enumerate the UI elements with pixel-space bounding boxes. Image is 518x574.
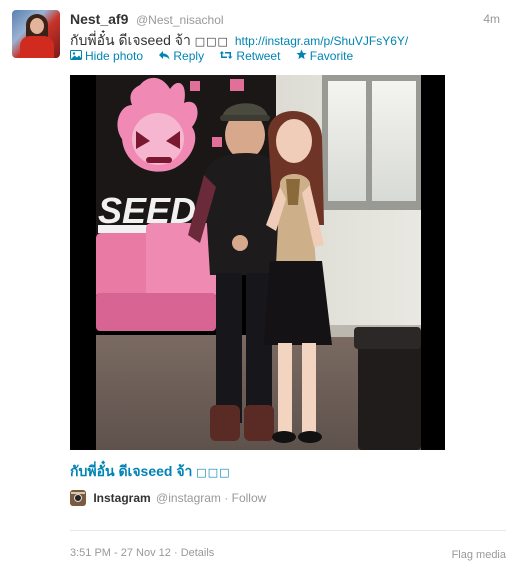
favorite-button[interactable]: Favorite xyxy=(296,49,353,63)
tweet-footer: 3:51 PM - 27 Nov 12 · Details xyxy=(70,547,214,559)
photo-caption-glyphs: □□□ xyxy=(196,466,231,479)
favorite-label: Favorite xyxy=(309,49,354,63)
username[interactable]: @Nest_nisachol xyxy=(136,13,224,27)
full-timestamp[interactable]: 3:51 PM - 27 Nov 12 xyxy=(70,547,171,559)
attribution-separator: · xyxy=(224,491,229,505)
photo-caption-text: กับพี่อั๋น ดีเจseed จ้า xyxy=(70,463,193,479)
star-icon xyxy=(296,49,307,63)
tweet: Nest_af9 @Nest_nisachol 4m กับพี่อั๋น ดี… xyxy=(0,0,518,574)
avatar-face xyxy=(30,18,44,34)
media-attribution: Instagram @instagram · Follow xyxy=(70,490,266,508)
instagram-name[interactable]: Instagram xyxy=(93,491,150,505)
tweet-text-body: กับพี่อั๋น ดีเจseed จ้า xyxy=(70,32,191,48)
tweet-text-glyphs: □□□ xyxy=(194,35,229,48)
details-link[interactable]: Details xyxy=(181,547,215,559)
photo-caption[interactable]: กับพี่อั๋น ดีเจseed จ้า □□□ xyxy=(70,461,230,483)
tweet-actions: Hide photo Reply Retweet Favorite xyxy=(70,49,365,63)
retweet-label: Retweet xyxy=(236,49,281,63)
hide-photo-button[interactable]: Hide photo xyxy=(70,49,143,63)
divider xyxy=(70,530,506,531)
timestamp-short[interactable]: 4m xyxy=(483,12,500,26)
avatar-coat xyxy=(20,36,54,58)
retweet-icon xyxy=(219,50,233,63)
tweet-header: Nest_af9 @Nest_nisachol 4m xyxy=(70,11,506,29)
hide-photo-label: Hide photo xyxy=(85,49,144,63)
avatar[interactable] xyxy=(12,10,60,58)
photo-icon xyxy=(70,50,82,63)
fullname[interactable]: Nest_af9 xyxy=(70,11,128,27)
tweet-photo[interactable]: SEED xyxy=(70,75,445,450)
reply-button[interactable]: Reply xyxy=(158,49,204,63)
reply-icon xyxy=(158,50,170,63)
follow-link[interactable]: Follow xyxy=(232,491,267,505)
retweet-button[interactable]: Retweet xyxy=(219,49,280,63)
reply-label: Reply xyxy=(173,49,205,63)
flag-media-link[interactable]: Flag media xyxy=(452,549,506,561)
footer-separator: · xyxy=(173,547,178,559)
instagram-username[interactable]: @instagram xyxy=(156,491,221,505)
photo-image: SEED xyxy=(70,75,445,450)
tweet-link[interactable]: http://instagr.am/p/ShuVJFsY6Y/ xyxy=(235,34,408,48)
instagram-icon xyxy=(70,490,86,506)
